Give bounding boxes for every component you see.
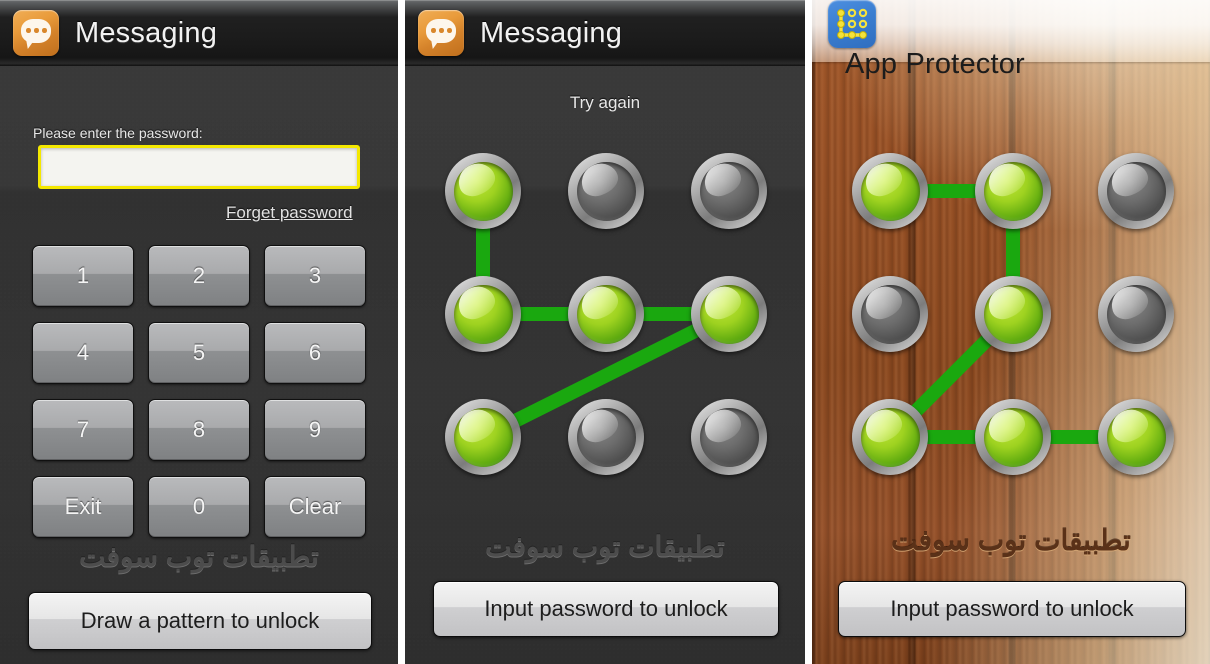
pattern-dot-core — [699, 284, 759, 344]
page-title: Messaging — [75, 16, 218, 49]
password-input[interactable] — [38, 145, 360, 189]
pattern-dot-9[interactable] — [691, 399, 767, 475]
pattern-dot-1[interactable] — [445, 153, 521, 229]
key-exit[interactable]: Exit — [32, 476, 134, 538]
pattern-dot-6[interactable] — [691, 276, 767, 352]
pattern-dot-core — [453, 161, 513, 221]
draw-pattern-button[interactable]: Draw a pattern to unlock — [28, 592, 372, 650]
key-0[interactable]: 0 — [148, 476, 250, 538]
input-password-button[interactable]: Input password to unlock — [838, 581, 1186, 637]
key-9[interactable]: 9 — [264, 399, 366, 461]
pattern-dot-core — [860, 161, 920, 221]
watermark-arabic: تطبيقات توب سوفت — [485, 531, 725, 562]
pattern-dot-core — [453, 284, 513, 344]
status-message: Try again — [569, 93, 641, 112]
pattern-dot-core — [699, 407, 759, 467]
pattern-dot-core — [983, 284, 1043, 344]
key-7[interactable]: 7 — [32, 399, 134, 461]
pattern-dot-3[interactable] — [691, 153, 767, 229]
titlebar-messaging-1: Messaging — [0, 0, 398, 66]
pattern-dot-core — [576, 161, 636, 221]
pattern-dot-core — [699, 161, 759, 221]
screenshot-stage: Messaging Please enter the password: For… — [0, 0, 1210, 664]
pattern-lock-grid[interactable] — [852, 153, 1174, 475]
password-panel: Messaging Please enter the password: For… — [0, 0, 398, 664]
forget-password-wrap: Forget password — [0, 203, 398, 227]
messaging-icon — [13, 10, 59, 56]
key-3[interactable]: 3 — [264, 245, 366, 307]
numeric-keypad: 1 2 3 4 5 6 7 8 9 Exit 0 Clear — [32, 245, 366, 538]
pattern-dot-core — [860, 407, 920, 467]
pattern-dot-4[interactable] — [445, 276, 521, 352]
pattern-dot-7[interactable] — [852, 399, 928, 475]
pattern-dot-core — [1106, 284, 1166, 344]
app-protector-panel: App Protector تطبيقات توب سوفت Input pas… — [812, 0, 1210, 664]
watermark-arabic: تطبيقات توب سوفت — [891, 525, 1131, 556]
pattern-dot-core — [453, 407, 513, 467]
pattern-dot-7[interactable] — [445, 399, 521, 475]
key-1[interactable]: 1 — [32, 245, 134, 307]
pattern-dot-core — [983, 407, 1043, 467]
pattern-dot-1[interactable] — [852, 153, 928, 229]
pattern-dot-5[interactable] — [975, 276, 1051, 352]
page-title: App Protector — [845, 48, 1025, 80]
key-4[interactable]: 4 — [32, 322, 134, 384]
pattern-dot-2[interactable] — [975, 153, 1051, 229]
key-2[interactable]: 2 — [148, 245, 250, 307]
pattern-dot-2[interactable] — [568, 153, 644, 229]
key-6[interactable]: 6 — [264, 322, 366, 384]
titlebar-messaging-2: Messaging — [405, 0, 805, 66]
key-5[interactable]: 5 — [148, 322, 250, 384]
titlebar-app-protector: App Protector — [812, 0, 1210, 80]
watermark-arabic: تطبيقات توب سوفت — [79, 541, 319, 572]
pattern-dot-core — [1106, 161, 1166, 221]
pattern-dot-core — [983, 161, 1043, 221]
pattern-dot-core — [860, 284, 920, 344]
pattern-dot-3[interactable] — [1098, 153, 1174, 229]
pattern-lock-grid[interactable] — [445, 153, 767, 475]
pattern-dot-core — [1106, 407, 1166, 467]
pattern-dot-6[interactable] — [1098, 276, 1174, 352]
messaging-icon — [418, 10, 464, 56]
key-8[interactable]: 8 — [148, 399, 250, 461]
pattern-dot-8[interactable] — [975, 399, 1051, 475]
input-password-button[interactable]: Input password to unlock — [433, 581, 779, 637]
pattern-dot-4[interactable] — [852, 276, 928, 352]
app-protector-icon — [828, 0, 876, 48]
password-label: Please enter the password: — [33, 125, 203, 141]
pattern-dot-core — [576, 407, 636, 467]
key-clear[interactable]: Clear — [264, 476, 366, 538]
pattern-dot-5[interactable] — [568, 276, 644, 352]
pattern-dot-9[interactable] — [1098, 399, 1174, 475]
forget-password-link[interactable]: Forget password — [226, 203, 353, 223]
pattern-retry-panel: Messaging Try again تطبيقات توب سوفت Inp… — [405, 0, 805, 664]
pattern-dot-8[interactable] — [568, 399, 644, 475]
page-title: Messaging — [480, 16, 623, 49]
pattern-dot-core — [576, 284, 636, 344]
